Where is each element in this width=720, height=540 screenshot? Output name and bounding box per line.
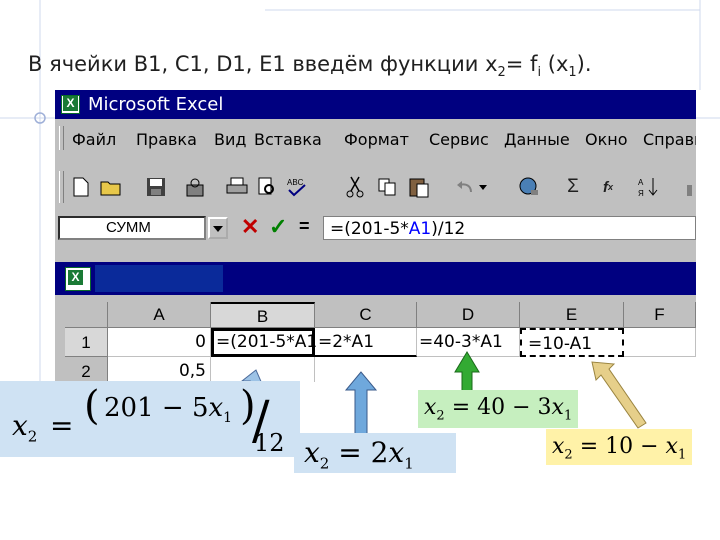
formula-e-rhs: = 10 −: [572, 434, 666, 459]
formula-d-lhs-sub: 2: [436, 408, 445, 424]
formula-c: x2 = 2x1: [294, 433, 456, 473]
formula-d-var: x: [551, 395, 564, 420]
formula-c-rhs: = 2: [329, 436, 389, 469]
arrow-to-d1: [454, 351, 480, 394]
formula-b-denominator: 12: [254, 429, 285, 457]
formula-b-open-paren: (: [84, 383, 100, 429]
formula-b-lhs: x2: [12, 409, 38, 446]
formula-d-rhs: = 40 − 3: [444, 395, 552, 420]
formula-c-var-sub: 1: [404, 454, 414, 473]
formula-e-lhs: x: [552, 434, 565, 459]
formula-d-var-sub: 1: [563, 408, 573, 424]
formula-b-equals: =: [50, 409, 74, 442]
formula-e: x2 = 10 − x1: [546, 429, 692, 465]
formula-c-lhs: x: [304, 436, 320, 469]
formula-d: x2 = 40 − 3x1: [418, 390, 578, 428]
formula-e-lhs-sub: 2: [564, 447, 573, 463]
formula-e-var: x: [665, 434, 678, 459]
arrow-to-e1: [591, 361, 647, 429]
formula-d-lhs: x: [424, 395, 437, 420]
formula-c-lhs-sub: 2: [319, 454, 330, 473]
formula-c-var: x: [388, 436, 405, 469]
arrow-to-c1: [344, 371, 378, 438]
formula-b-numerator: 201 − 5x1: [104, 393, 233, 427]
formula-e-var-sub: 1: [677, 447, 687, 463]
formula-b: x2 = ( 201 − 5x1 ) / 12: [0, 381, 300, 457]
